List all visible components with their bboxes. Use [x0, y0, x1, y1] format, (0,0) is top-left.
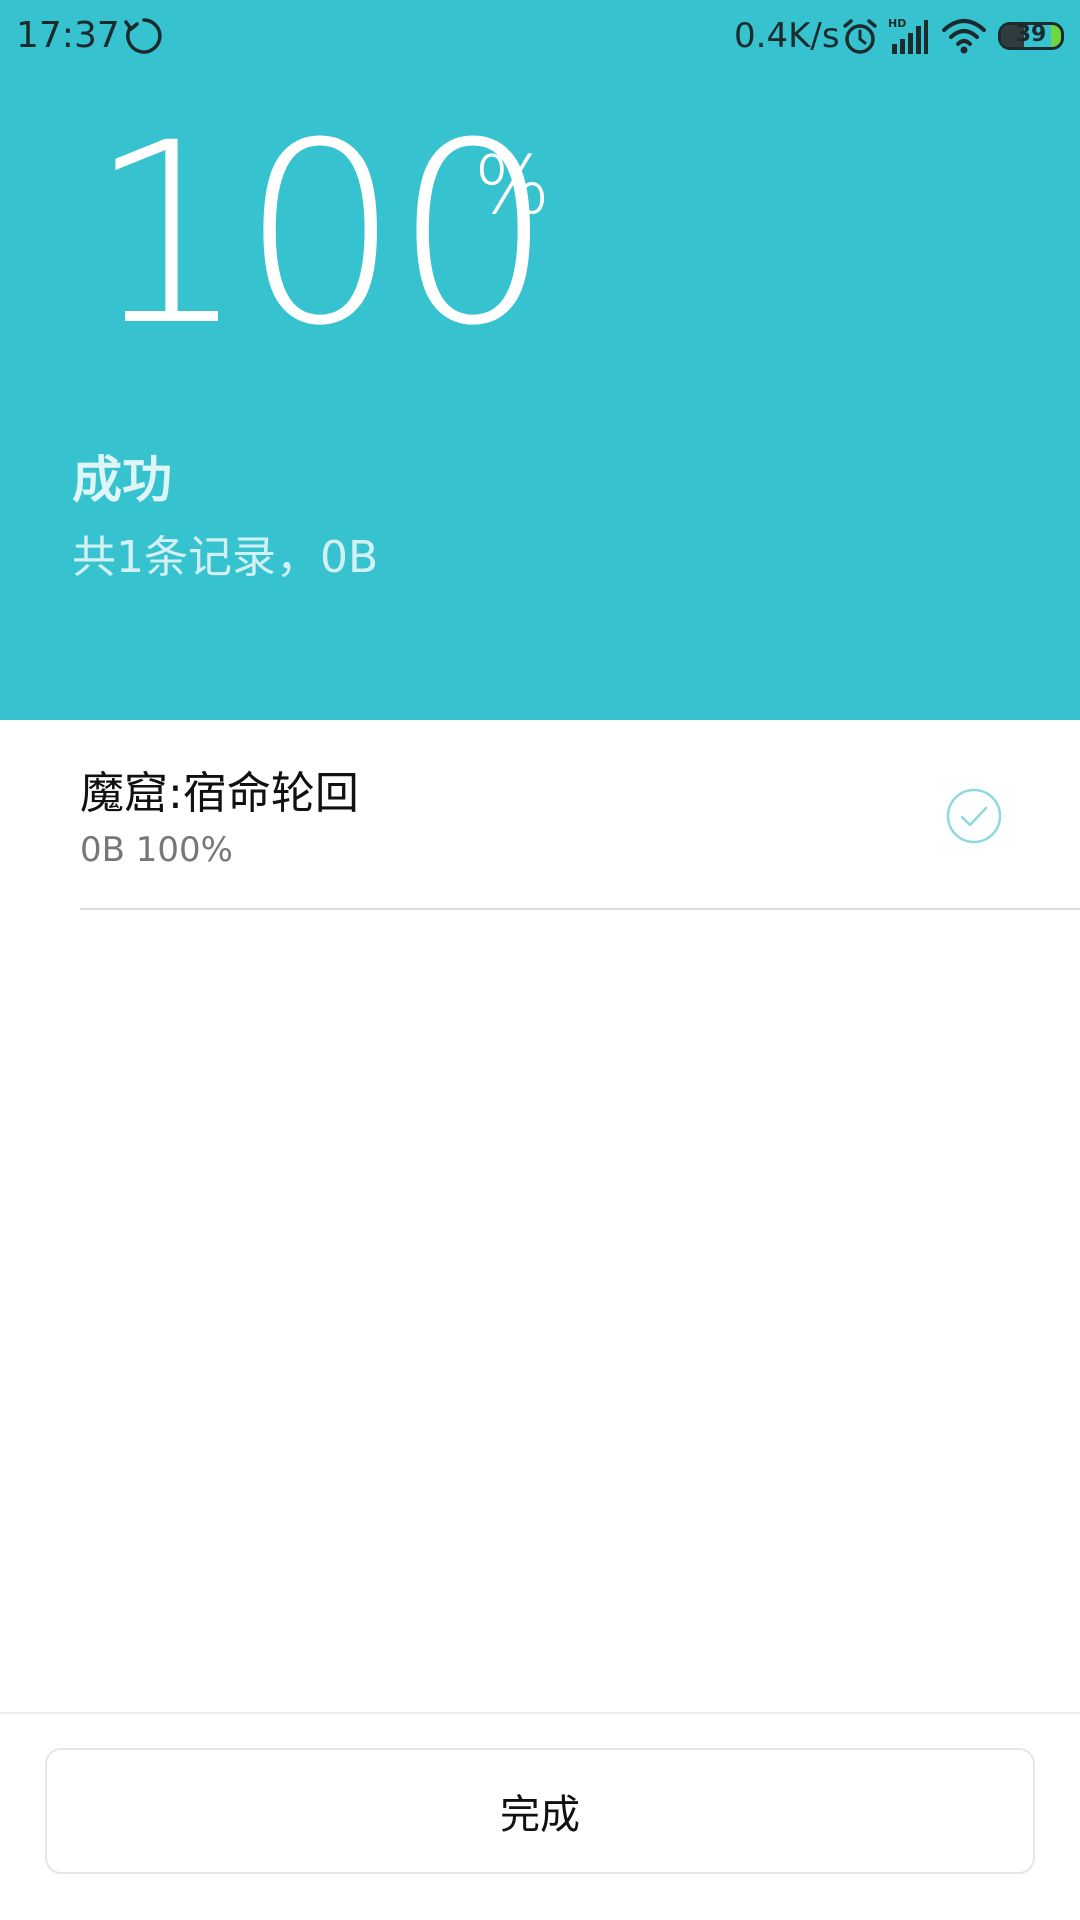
item-title: 魔窟:宿命轮回	[80, 768, 359, 819]
alarm-icon	[843, 19, 877, 54]
wifi-icon	[942, 19, 986, 54]
list-item[interactable]: 魔窟:宿命轮回 0B 100%	[80, 720, 1080, 910]
battery-icon: 39	[998, 22, 1064, 50]
status-time: 17:37	[16, 15, 120, 56]
signal-icon: HD	[888, 17, 928, 54]
item-meta: 0B 100%	[80, 830, 233, 870]
percent-sign: %	[474, 139, 551, 232]
battery-level: 39	[1015, 22, 1047, 47]
sync-icon	[124, 18, 162, 54]
bottom-divider	[0, 1712, 1080, 1714]
summary-header: 17:37 0.4K/s HD 39 100 % 成功 共1条记录，0B	[0, 0, 1080, 720]
network-speed: 0.4K/s	[734, 16, 840, 56]
status-summary: 共1条记录，0B	[72, 532, 379, 583]
status-bar: 17:37 0.4K/s HD 39	[0, 0, 1080, 72]
check-circle-icon	[946, 788, 1002, 844]
hd-badge: HD	[888, 17, 906, 30]
status-title: 成功	[72, 451, 172, 509]
done-button[interactable]: 完成	[45, 1748, 1035, 1874]
